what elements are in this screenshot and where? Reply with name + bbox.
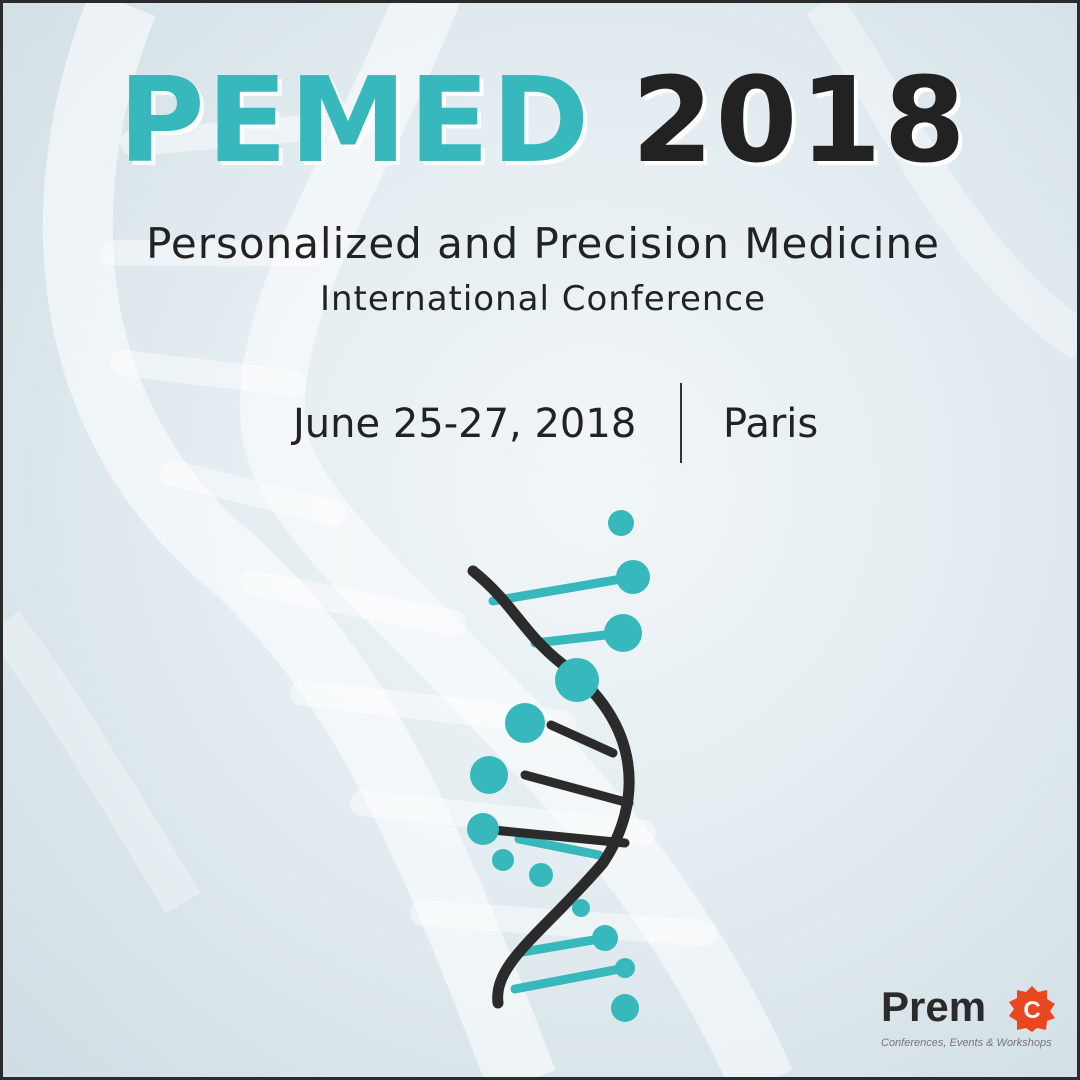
event-city: Paris [723, 401, 819, 447]
page-title: PEMED 2018 [3, 61, 1077, 179]
subtitle: Personalized and Precision Medicine [146, 219, 940, 268]
event-dates: June 25-27, 2018 [293, 401, 637, 447]
dna-helix-icon [467, 510, 650, 1022]
logo-tagline: Conferences, Events & Workshops [881, 1037, 1052, 1049]
subtitle-secondary: International Conference [319, 279, 767, 319]
divider [680, 383, 682, 463]
logo-word: Prem [881, 983, 987, 1030]
conference-poster: PEMED 2018 Personalized and Precision Med… [0, 0, 1080, 1080]
title-year: 2018 [631, 51, 968, 189]
logo-badge: C [1009, 986, 1055, 1032]
title-acronym: PEMED [118, 51, 592, 189]
premc-logo: Prem C Conferences, Events & Workshops [881, 986, 1071, 1056]
logo-badge-letter: C [1023, 997, 1040, 1024]
